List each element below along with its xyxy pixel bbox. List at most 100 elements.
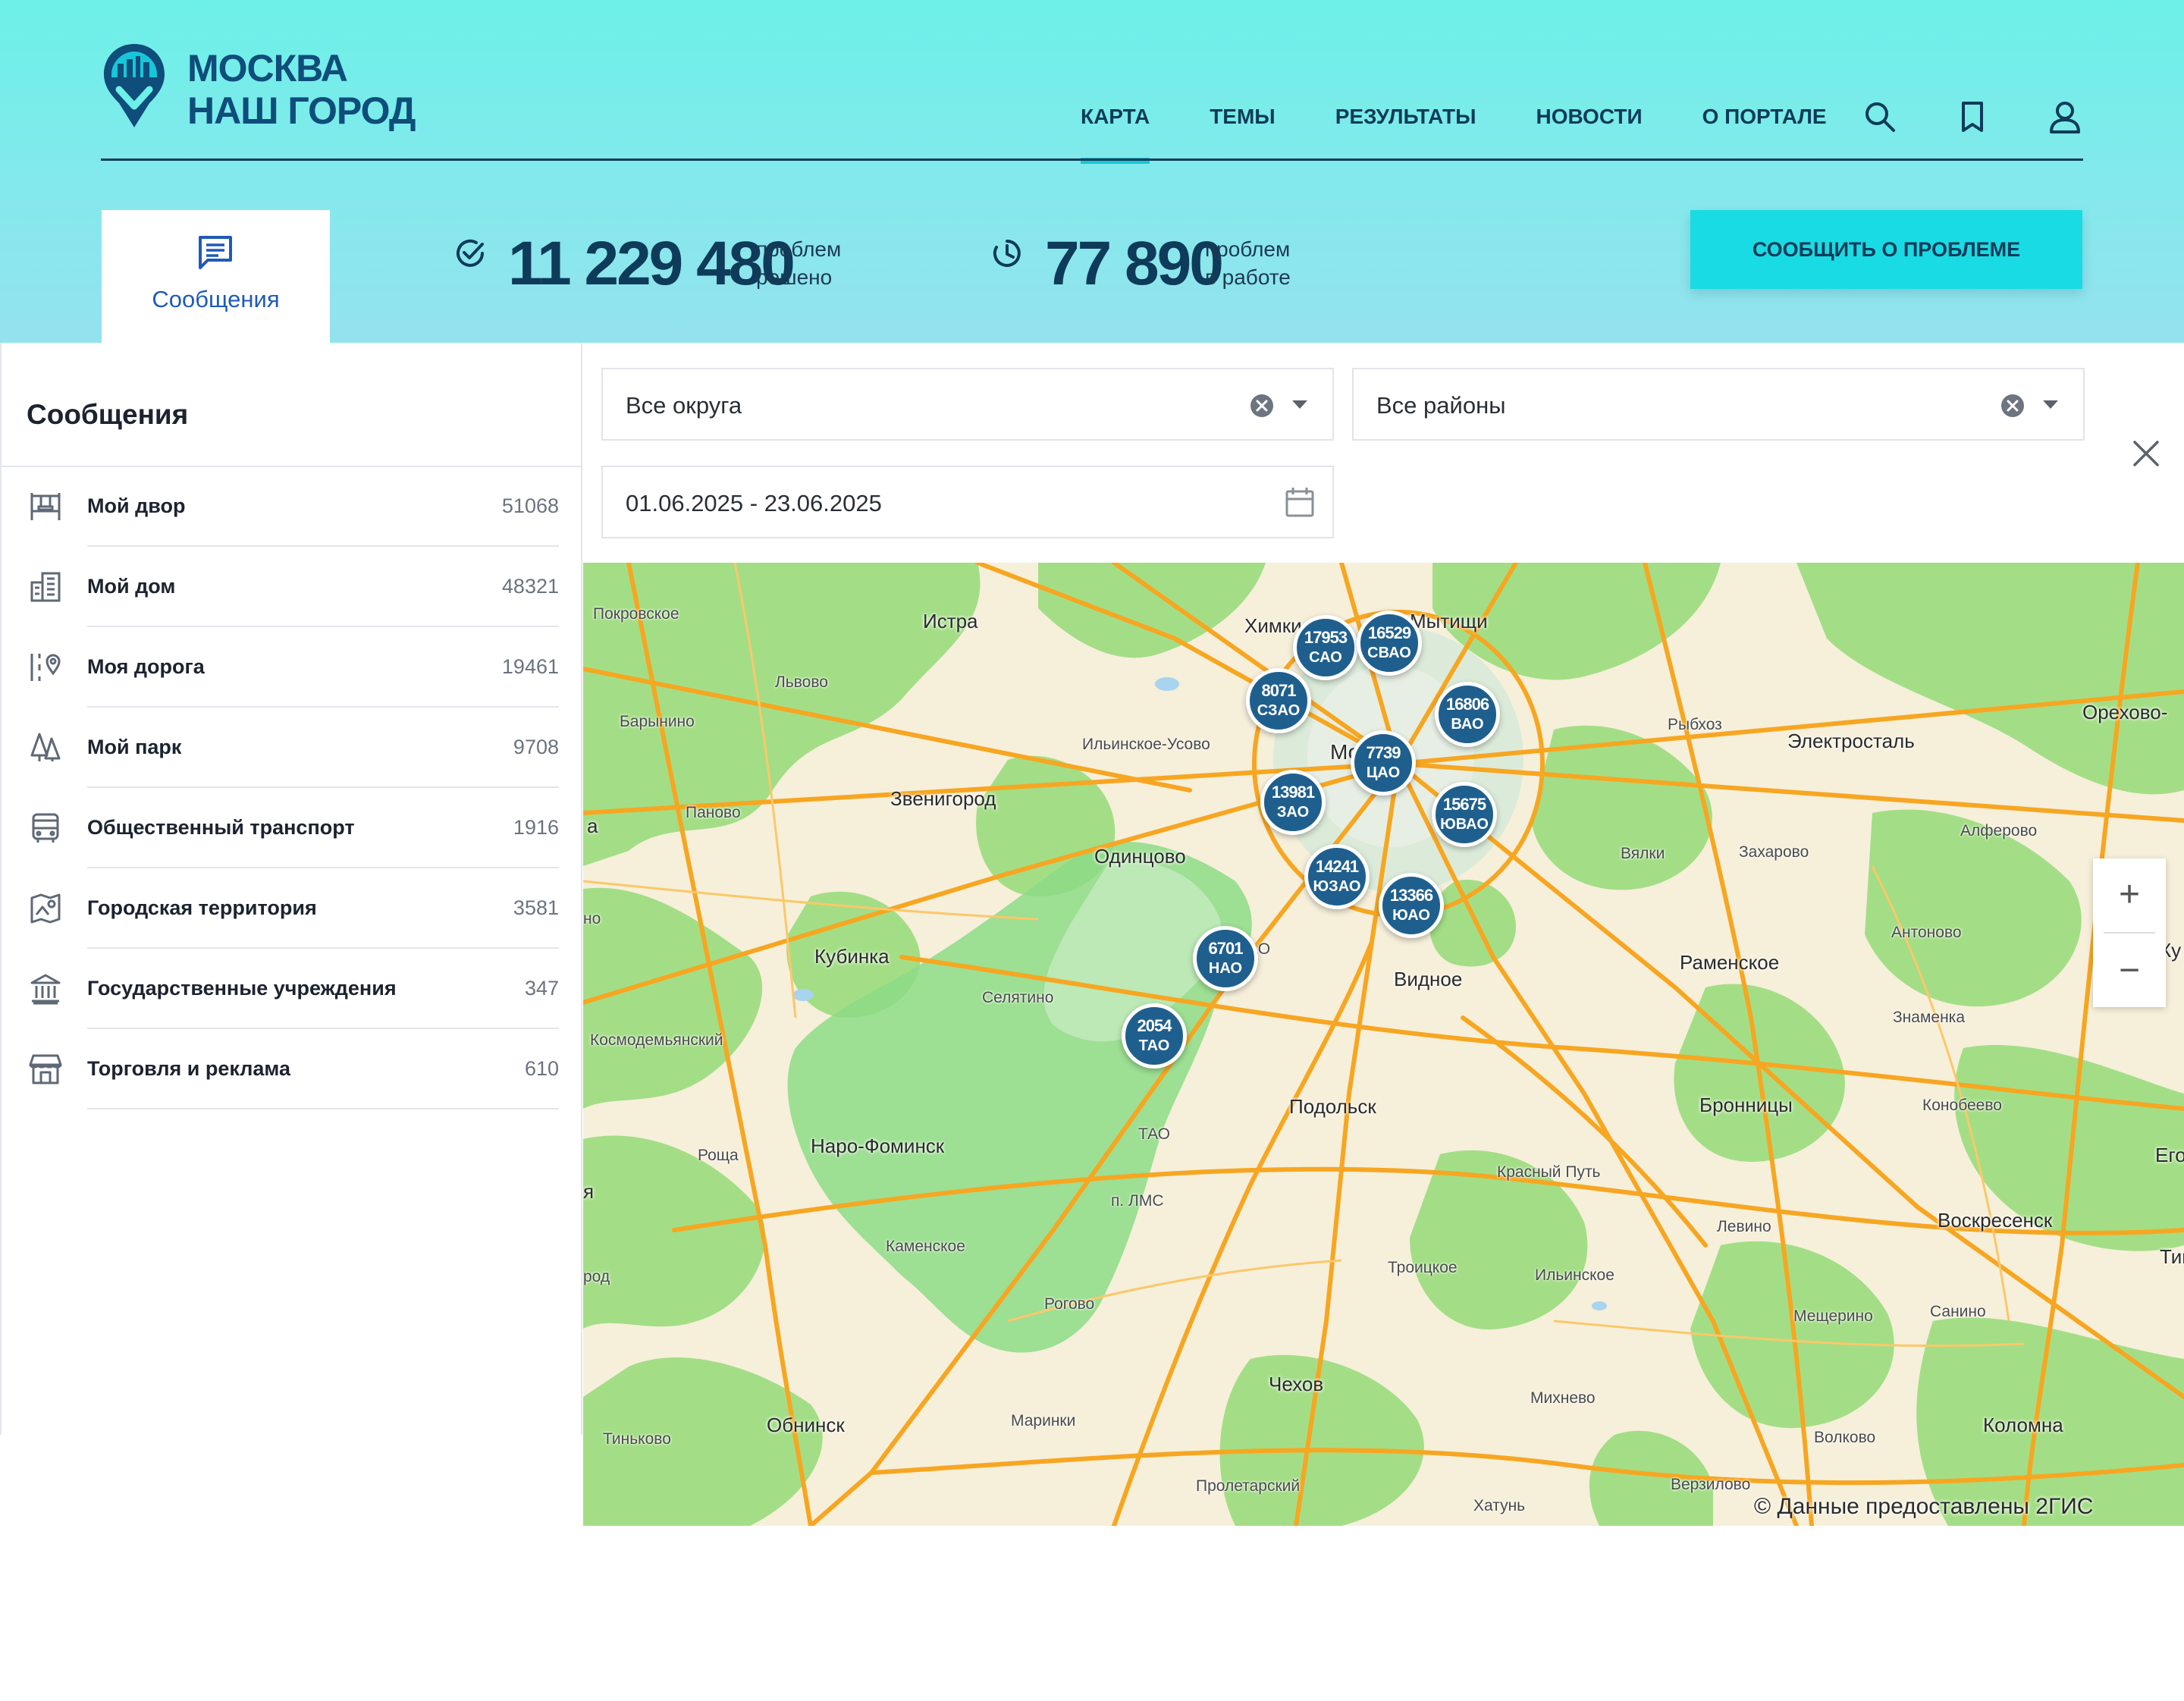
- place-label: но: [583, 910, 601, 927]
- category-my-house[interactable]: Мой дом 48321: [2, 547, 582, 627]
- place-label: Чехов: [1269, 1373, 1324, 1395]
- chevron-down-icon[interactable]: [2042, 400, 2059, 410]
- map-cluster-marker[interactable]: 6701 НАО: [1193, 926, 1258, 991]
- map-cluster-marker[interactable]: 14241 ЮЗАО: [1304, 844, 1370, 909]
- cluster-count: 6701: [1208, 939, 1244, 958]
- place-label: Львово: [775, 673, 828, 691]
- zoom-divider: [2104, 932, 2155, 934]
- category-count: 610: [524, 1057, 559, 1080]
- place-label: Химки: [1244, 614, 1302, 637]
- cluster-district: САО: [1309, 649, 1342, 666]
- place-label: Егор: [2155, 1144, 2184, 1166]
- map-cluster-marker[interactable]: 8071 СЗАО: [1246, 668, 1311, 733]
- map-view[interactable]: Покровское Истра Химки Мытищи Львово Бар…: [583, 563, 2184, 1526]
- place-label: Покровское: [593, 605, 679, 623]
- category-count: 1916: [513, 816, 559, 839]
- place-label: Ильинское: [1535, 1266, 1614, 1284]
- logo-text: МОСКВА НАШ ГОРОД: [187, 47, 416, 132]
- nav-news[interactable]: НОВОСТИ: [1536, 89, 1643, 144]
- cluster-count: 8071: [1261, 681, 1297, 700]
- date-range-input[interactable]: 01.06.2025 - 23.06.2025: [601, 466, 1334, 538]
- map-cluster-marker[interactable]: 7739 ЦАО: [1351, 730, 1416, 796]
- cluster-district: ЦАО: [1366, 764, 1401, 781]
- building-icon: [30, 572, 61, 602]
- map-cluster-marker[interactable]: 17953 САО: [1293, 615, 1358, 680]
- place-label: Знаменка: [1893, 1009, 1966, 1026]
- place-label: Обнинск: [767, 1414, 845, 1436]
- header-icons: [1862, 99, 2139, 135]
- calendar-icon[interactable]: [1285, 487, 1314, 517]
- solved-label-1: проблем: [756, 237, 842, 261]
- nav-map[interactable]: КАРТА: [1081, 89, 1150, 164]
- map-cluster-marker[interactable]: 13366 ЮАО: [1379, 873, 1444, 938]
- cluster-count: 14241: [1315, 857, 1359, 876]
- close-icon[interactable]: [2132, 440, 2160, 467]
- map-cluster-marker[interactable]: 16529 СВАО: [1357, 610, 1422, 676]
- place-label: Раменское: [1680, 951, 1780, 974]
- place-label: Звенигород: [890, 787, 996, 810]
- map-cluster-marker[interactable]: 13981 ЗАО: [1260, 770, 1326, 835]
- place-label: Хатунь: [1473, 1497, 1526, 1514]
- tab-messages[interactable]: Сообщения: [102, 210, 330, 343]
- institution-icon: [30, 974, 61, 1005]
- clear-icon[interactable]: [1250, 394, 1274, 418]
- category-my-park[interactable]: Мой парк 9708: [2, 708, 582, 788]
- place-label: Конобеево: [1922, 1097, 2002, 1114]
- category-trade-ads[interactable]: Торговля и реклама 610: [2, 1029, 582, 1109]
- tab-label: Сообщения: [152, 286, 280, 312]
- place-label: Подольск: [1289, 1095, 1376, 1118]
- okrug-value: Все округа: [626, 392, 742, 419]
- place-label: Рогово: [1044, 1295, 1095, 1313]
- cluster-district: ЮАО: [1392, 907, 1430, 924]
- report-problem-button[interactable]: СООБЩИТЬ О ПРОБЛЕМЕ: [1690, 210, 2082, 289]
- map-cluster-marker[interactable]: 16806 ВАО: [1435, 682, 1500, 747]
- nav-results[interactable]: РЕЗУЛЬТАТЫ: [1335, 89, 1476, 144]
- category-label: Мой парк: [87, 736, 182, 758]
- search-icon[interactable]: [1862, 99, 1898, 135]
- chevron-down-icon[interactable]: [1291, 400, 1308, 410]
- user-icon[interactable]: [2047, 99, 2083, 135]
- map-cluster-marker[interactable]: 2054 ТАО: [1122, 1003, 1187, 1069]
- category-public-transport[interactable]: Общественный транспорт 1916: [2, 788, 582, 868]
- nav-topics[interactable]: ТЕМЫ: [1210, 89, 1276, 144]
- place-label: Пролетарский: [1196, 1477, 1301, 1495]
- cluster-count: 7739: [1366, 743, 1401, 762]
- place-label: Ильинское-Усово: [1082, 736, 1210, 753]
- cluster-district: ЗАО: [1276, 804, 1310, 821]
- place-label: Видное: [1394, 968, 1463, 990]
- bus-icon: [32, 813, 59, 843]
- category-government[interactable]: Государственные учреждения 347: [2, 949, 582, 1029]
- map-attribution[interactable]: © Данные предоставлены 2ГИС: [1754, 1494, 2093, 1520]
- category-my-road[interactable]: Моя дорога 19461: [2, 627, 582, 708]
- cluster-district: ЮЗАО: [1313, 878, 1361, 895]
- message-icon: [199, 236, 232, 269]
- place-label: Селятино: [982, 989, 1054, 1006]
- zoom-control: + −: [2093, 858, 2166, 1007]
- logo-line2: НАШ ГОРОД: [187, 89, 416, 132]
- place-label: Орехово-: [2082, 701, 2168, 723]
- logo[interactable]: МОСКВА НАШ ГОРОД: [101, 41, 416, 132]
- nav-about[interactable]: О ПОРТАЛЕ: [1702, 89, 1827, 144]
- bookmark-icon[interactable]: [1954, 99, 1991, 135]
- zoom-in-button[interactable]: +: [2093, 858, 2166, 931]
- cluster-count: 16529: [1367, 623, 1411, 642]
- row-divider: [87, 1108, 559, 1109]
- place-label: Воскресенск: [1938, 1209, 2053, 1232]
- map-cluster-marker[interactable]: 15675 ЮВАО: [1432, 782, 1497, 847]
- clear-icon[interactable]: [2000, 394, 2025, 418]
- yard-icon: [30, 493, 61, 520]
- rayon-select[interactable]: Все районы: [1352, 368, 2085, 441]
- category-city-territory[interactable]: Городская территория 3581: [2, 868, 582, 949]
- main-nav: КАРТА ТЕМЫ РЕЗУЛЬТАТЫ НОВОСТИ О ПОРТАЛЕ: [1081, 89, 1887, 164]
- cluster-count: 16806: [1445, 695, 1489, 714]
- category-count: 48321: [501, 575, 559, 598]
- place-label: Наро-Фоминск: [811, 1135, 945, 1157]
- place-label: Одинцово: [1094, 845, 1186, 868]
- place-label: Алферово: [1960, 822, 2038, 840]
- category-my-yard[interactable]: Мой двор 51068: [2, 466, 582, 547]
- okrug-select[interactable]: Все округа: [601, 368, 1334, 441]
- zoom-out-button[interactable]: −: [2093, 934, 2166, 1007]
- cluster-count: 2054: [1137, 1016, 1172, 1035]
- place-label: Тимш: [2160, 1245, 2184, 1268]
- place-label: Коломна: [1983, 1414, 2063, 1436]
